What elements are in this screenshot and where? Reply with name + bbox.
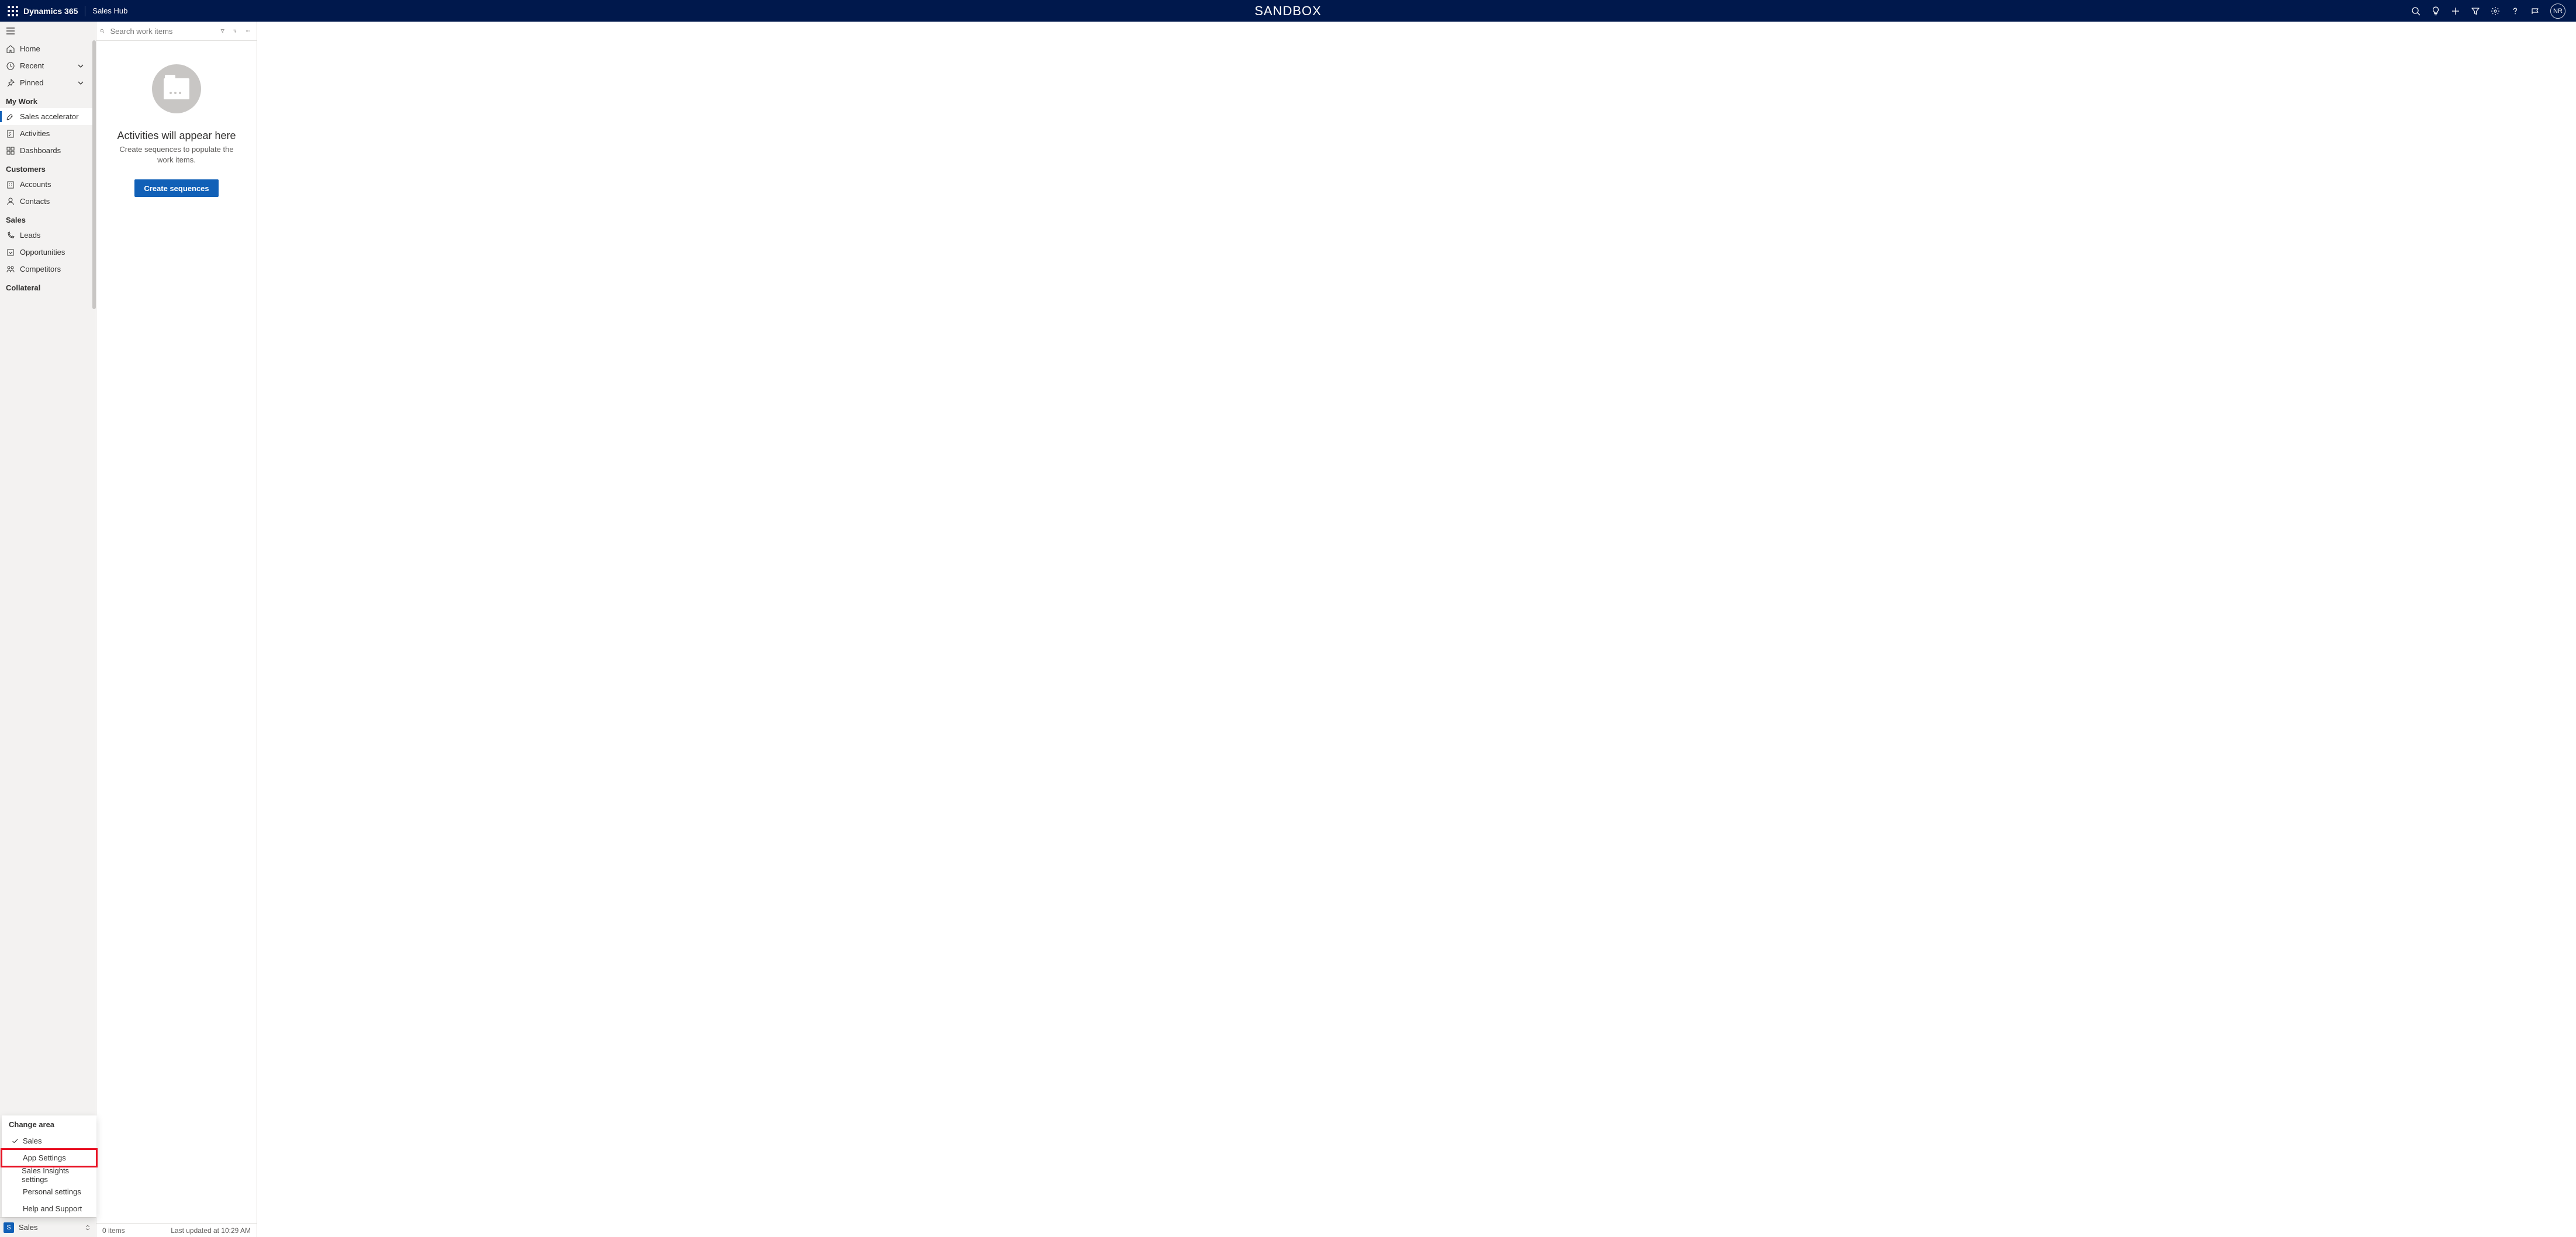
sidebar-item-pinned[interactable]: Pinned xyxy=(0,74,96,91)
people-icon xyxy=(6,265,15,274)
content-area xyxy=(257,22,2576,1237)
nav-label: Accounts xyxy=(20,180,51,189)
search-icon[interactable] xyxy=(100,26,105,36)
area-option-label: Sales Insights settings xyxy=(22,1166,89,1184)
area-current-label: Sales xyxy=(19,1223,38,1232)
sort-icon[interactable] xyxy=(233,26,237,36)
plus-icon[interactable] xyxy=(2451,6,2460,16)
person-icon xyxy=(6,197,15,206)
home-icon xyxy=(6,44,15,54)
avatar[interactable]: NR xyxy=(2550,4,2565,19)
status-updated: Last updated at 10:29 AM xyxy=(171,1226,251,1235)
header-actions: NR xyxy=(2411,4,2571,19)
opportunity-icon xyxy=(6,248,15,257)
section-my-work: My Work xyxy=(0,91,96,108)
nav-label: Leads xyxy=(20,231,40,240)
blank-icon xyxy=(10,1153,20,1163)
work-panel-status: 0 items Last updated at 10:29 AM xyxy=(96,1223,257,1237)
check-icon xyxy=(10,1136,20,1146)
pin-icon xyxy=(6,78,15,88)
work-panel-toolbar xyxy=(96,22,257,41)
checklist-icon xyxy=(6,129,15,138)
nav-label: Competitors xyxy=(20,265,61,273)
empty-state-subtitle: Create sequences to populate the work it… xyxy=(112,144,241,165)
sidebar-item-sales-accelerator[interactable]: Sales accelerator xyxy=(0,108,96,125)
nav-label: Recent xyxy=(20,61,44,70)
sidebar: Home Recent Pinned My Work Sales acceler… xyxy=(0,22,96,1237)
blank-icon xyxy=(10,1187,20,1197)
area-badge: S xyxy=(4,1222,14,1233)
chevron-down-icon xyxy=(76,78,85,88)
area-popup: Change area Sales App Settings Sales Ins… xyxy=(2,1115,96,1217)
area-option-help-support[interactable]: Help and Support xyxy=(2,1200,96,1217)
clock-icon xyxy=(6,61,15,71)
main-layout: Home Recent Pinned My Work Sales acceler… xyxy=(0,22,2576,1237)
sidebar-item-contacts[interactable]: Contacts xyxy=(0,193,96,210)
empty-state-icon xyxy=(152,64,201,113)
section-collateral: Collateral xyxy=(0,278,96,294)
sidebar-item-leads[interactable]: Leads xyxy=(0,227,96,244)
sidebar-item-dashboards[interactable]: Dashboards xyxy=(0,142,96,159)
area-option-label: App Settings xyxy=(23,1153,66,1162)
area-option-label: Personal settings xyxy=(23,1187,81,1196)
search-icon[interactable] xyxy=(2411,6,2421,16)
nav-label: Opportunities xyxy=(20,248,65,257)
hamburger-icon[interactable] xyxy=(6,26,15,36)
filter-icon[interactable] xyxy=(2471,6,2480,16)
nav-label: Pinned xyxy=(20,78,43,87)
assistant-icon[interactable] xyxy=(2530,6,2540,16)
gear-icon[interactable] xyxy=(2491,6,2500,16)
area-option-label: Help and Support xyxy=(23,1204,82,1213)
empty-state-title: Activities will appear here xyxy=(117,130,236,142)
brand-label[interactable]: Dynamics 365 xyxy=(23,6,85,16)
area-option-sales[interactable]: Sales xyxy=(2,1132,96,1149)
nav-label: Activities xyxy=(20,129,50,138)
app-name-label[interactable]: Sales Hub xyxy=(92,6,127,15)
nav-label: Sales accelerator xyxy=(20,112,78,121)
section-sales: Sales xyxy=(0,210,96,227)
area-switcher[interactable]: S Sales xyxy=(0,1217,96,1237)
more-icon[interactable] xyxy=(246,26,250,36)
work-panel: Activities will appear here Create seque… xyxy=(96,22,257,1237)
nav-scroll: Home Recent Pinned My Work Sales acceler… xyxy=(0,40,96,1217)
waffle-icon[interactable] xyxy=(7,5,19,17)
sidebar-item-competitors[interactable]: Competitors xyxy=(0,261,96,278)
area-popup-header: Change area xyxy=(2,1115,96,1132)
dashboard-icon xyxy=(6,146,15,155)
sidebar-item-opportunities[interactable]: Opportunities xyxy=(0,244,96,261)
sidebar-item-activities[interactable]: Activities xyxy=(0,125,96,142)
section-customers: Customers xyxy=(0,159,96,176)
lightbulb-icon[interactable] xyxy=(2431,6,2440,16)
nav-label: Contacts xyxy=(20,197,50,206)
search-input[interactable] xyxy=(108,27,216,36)
chevrons-icon xyxy=(84,1224,91,1231)
area-option-app-settings[interactable]: App Settings xyxy=(2,1149,96,1166)
area-option-personal-settings[interactable]: Personal settings xyxy=(2,1183,96,1200)
create-sequences-button[interactable]: Create sequences xyxy=(134,179,218,197)
blank-icon xyxy=(10,1170,19,1180)
area-option-label: Sales xyxy=(23,1136,42,1145)
sidebar-item-accounts[interactable]: Accounts xyxy=(0,176,96,193)
area-option-sales-insights[interactable]: Sales Insights settings xyxy=(2,1166,96,1183)
nav-label: Home xyxy=(20,44,40,53)
global-header: Dynamics 365 Sales Hub SANDBOX NR xyxy=(0,0,2576,22)
scrollbar-thumb[interactable] xyxy=(92,40,96,309)
help-icon[interactable] xyxy=(2511,6,2520,16)
chevron-down-icon xyxy=(76,61,85,71)
sidebar-item-home[interactable]: Home xyxy=(0,40,96,57)
nav-label: Dashboards xyxy=(20,146,61,155)
phone-icon xyxy=(6,231,15,240)
rocket-icon xyxy=(6,112,15,122)
building-icon xyxy=(6,180,15,189)
sidebar-item-recent[interactable]: Recent xyxy=(0,57,96,74)
status-items: 0 items xyxy=(102,1226,125,1235)
blank-icon xyxy=(10,1204,20,1214)
filter-icon[interactable] xyxy=(220,26,225,36)
environment-label: SANDBOX xyxy=(1254,4,1322,19)
work-panel-body: Activities will appear here Create seque… xyxy=(96,41,257,1223)
